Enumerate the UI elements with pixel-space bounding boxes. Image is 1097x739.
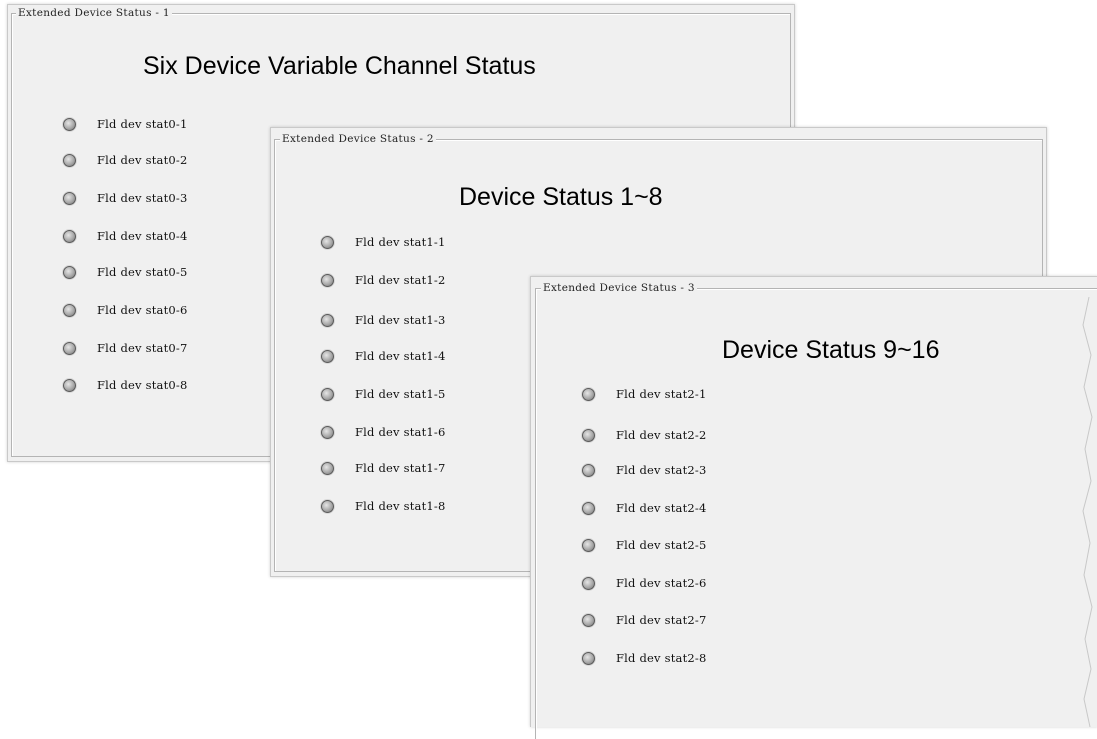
status-led-icon	[321, 425, 334, 439]
status-row-0-2: Fld dev stat0-2	[63, 151, 188, 169]
status-led-icon	[582, 463, 595, 477]
status-led-icon	[63, 229, 76, 243]
torn-edge-icon	[1082, 297, 1093, 727]
status-row-2-8: Fld dev stat2-8	[582, 649, 707, 667]
status-label: Fld dev stat1-1	[355, 235, 446, 249]
status-label: Fld dev stat0-8	[97, 378, 188, 392]
status-led-icon	[63, 153, 76, 167]
status-label: Fld dev stat0-1	[97, 117, 188, 131]
status-led-icon	[582, 651, 595, 665]
status-label: Fld dev stat1-8	[355, 499, 446, 513]
status-label: Fld dev stat0-4	[97, 229, 188, 243]
status-label: Fld dev stat1-3	[355, 313, 446, 327]
status-led-icon	[63, 341, 76, 355]
status-label: Fld dev stat0-3	[97, 191, 188, 205]
group-title-3: Extended Device Status - 3	[541, 282, 697, 294]
status-label: Fld dev stat0-6	[97, 303, 188, 317]
status-label: Fld dev stat0-7	[97, 341, 188, 355]
status-led-icon	[321, 235, 334, 249]
status-led-icon	[63, 117, 76, 131]
status-label: Fld dev stat2-4	[616, 501, 707, 515]
status-label: Fld dev stat2-8	[616, 651, 707, 665]
status-row-2-3: Fld dev stat2-3	[582, 461, 707, 479]
status-row-0-3: Fld dev stat0-3	[63, 189, 188, 207]
status-row-0-8: Fld dev stat0-8	[63, 376, 188, 394]
status-row-1-5: Fld dev stat1-5	[321, 385, 446, 403]
status-label: Fld dev stat2-6	[616, 576, 707, 590]
status-row-1-7: Fld dev stat1-7	[321, 459, 446, 477]
status-led-icon	[582, 501, 595, 515]
status-label: Fld dev stat1-6	[355, 425, 446, 439]
status-led-icon	[321, 387, 334, 401]
status-led-icon	[582, 428, 595, 442]
panel-heading-2: Device Status 1~8	[459, 183, 663, 211]
status-label: Fld dev stat1-5	[355, 387, 446, 401]
status-row-2-1: Fld dev stat2-1	[582, 385, 707, 403]
status-row-1-4: Fld dev stat1-4	[321, 347, 446, 365]
status-row-0-1: Fld dev stat0-1	[63, 115, 188, 133]
group-title-1: Extended Device Status - 1	[16, 7, 172, 19]
status-row-2-7: Fld dev stat2-7	[582, 611, 707, 629]
status-label: Fld dev stat2-7	[616, 613, 707, 627]
status-led-icon	[582, 613, 595, 627]
status-led-icon	[582, 538, 595, 552]
status-row-0-7: Fld dev stat0-7	[63, 339, 188, 357]
status-led-icon	[63, 265, 76, 279]
status-led-icon	[321, 461, 334, 475]
status-row-2-4: Fld dev stat2-4	[582, 499, 707, 517]
status-label: Fld dev stat2-3	[616, 463, 707, 477]
status-row-1-6: Fld dev stat1-6	[321, 423, 446, 441]
status-led-icon	[321, 313, 334, 327]
status-label: Fld dev stat2-2	[616, 428, 707, 442]
status-label: Fld dev stat1-2	[355, 273, 446, 287]
status-row-1-2: Fld dev stat1-2	[321, 271, 446, 289]
panel-heading-3: Device Status 9~16	[722, 336, 940, 364]
status-led-icon	[582, 387, 595, 401]
panel-heading-1: Six Device Variable Channel Status	[143, 52, 536, 80]
status-led-icon	[321, 273, 334, 287]
status-row-1-8: Fld dev stat1-8	[321, 497, 446, 515]
status-row-2-2: Fld dev stat2-2	[582, 426, 707, 444]
status-label: Fld dev stat0-5	[97, 265, 188, 279]
status-label: Fld dev stat2-1	[616, 387, 707, 401]
status-row-1-1: Fld dev stat1-1	[321, 233, 446, 251]
status-label: Fld dev stat1-7	[355, 461, 446, 475]
status-led-icon	[321, 499, 334, 513]
status-row-0-4: Fld dev stat0-4	[63, 227, 188, 245]
status-led-icon	[63, 191, 76, 205]
status-row-2-5: Fld dev stat2-5	[582, 536, 707, 554]
status-led-icon	[321, 349, 334, 363]
panel-extended-device-status-3: Extended Device Status - 3 Device Status…	[530, 276, 1097, 739]
status-led-icon	[582, 576, 595, 590]
status-row-0-6: Fld dev stat0-6	[63, 301, 188, 319]
status-label: Fld dev stat2-5	[616, 538, 707, 552]
status-row-0-5: Fld dev stat0-5	[63, 263, 188, 281]
status-label: Fld dev stat0-2	[97, 153, 188, 167]
group-title-2: Extended Device Status - 2	[280, 133, 436, 145]
status-led-icon	[63, 303, 76, 317]
status-row-2-6: Fld dev stat2-6	[582, 574, 707, 592]
status-led-icon	[63, 378, 76, 392]
status-label: Fld dev stat1-4	[355, 349, 446, 363]
status-row-1-3: Fld dev stat1-3	[321, 311, 446, 329]
